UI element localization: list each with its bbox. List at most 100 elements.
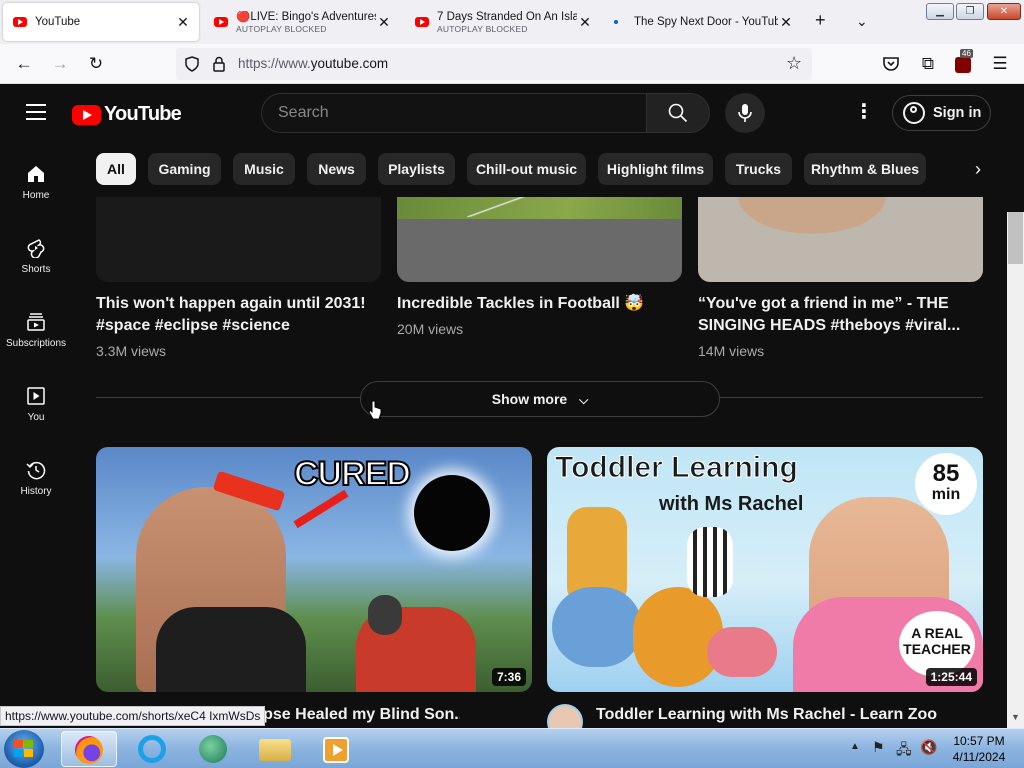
tab-bingo[interactable]: 🔴LIVE: Bingo's Adventures | Bl AUTOPLAY … bbox=[204, 3, 400, 41]
short-thumbnail[interactable] bbox=[698, 197, 983, 282]
sidebar-item-you[interactable]: You bbox=[0, 386, 72, 456]
short-title[interactable]: “You've got a friend in me” - THE SINGIN… bbox=[698, 293, 984, 337]
media-center-icon bbox=[199, 735, 227, 763]
video-title[interactable]: Toddler Learning with Ms Rachel - Learn … bbox=[596, 706, 996, 724]
close-window-button[interactable]: ✕ bbox=[987, 3, 1021, 20]
lock-icon[interactable] bbox=[212, 56, 226, 72]
sidebar-item-shorts[interactable]: Shorts bbox=[0, 238, 72, 308]
voice-search-button[interactable] bbox=[725, 93, 765, 133]
tab-title: 🔴LIVE: Bingo's Adventures | Bl bbox=[236, 10, 376, 23]
search-icon bbox=[668, 103, 688, 123]
volume-muted-icon[interactable]: 🔇 bbox=[920, 739, 937, 756]
scroll-down-icon[interactable]: ▼ bbox=[1008, 712, 1023, 726]
bookmark-star-icon[interactable]: ☆ bbox=[786, 53, 802, 74]
reload-icon[interactable]: ↻ bbox=[86, 54, 106, 74]
settings-more-icon[interactable]: ⋮ bbox=[852, 102, 876, 123]
shorts-icon bbox=[27, 239, 45, 258]
scrollbar-thumb[interactable] bbox=[1008, 212, 1023, 264]
search-input[interactable] bbox=[262, 94, 646, 132]
close-tab-icon[interactable]: ✕ bbox=[577, 14, 593, 31]
address-bar[interactable]: https://www.youtube.com ☆ bbox=[176, 48, 812, 80]
elephant-image bbox=[552, 587, 642, 667]
show-more-label: Show more bbox=[491, 391, 568, 407]
taskbar-media-app[interactable] bbox=[185, 731, 241, 767]
youtube-favicon-icon bbox=[415, 17, 429, 27]
search-box[interactable] bbox=[261, 93, 647, 133]
system-clock[interactable]: 10:57 PM 4/11/2024 bbox=[944, 733, 1014, 765]
chip-gaming[interactable]: Gaming bbox=[148, 153, 221, 185]
tab-title: YouTube bbox=[35, 15, 81, 28]
forward-icon[interactable]: → bbox=[50, 54, 70, 74]
sidebar-item-home[interactable]: Home bbox=[0, 164, 72, 234]
pocket-icon[interactable] bbox=[882, 55, 900, 73]
sidebar-item-history[interactable]: History bbox=[0, 460, 72, 530]
shield-icon[interactable] bbox=[184, 56, 200, 72]
chip-playlists[interactable]: Playlists bbox=[378, 153, 455, 185]
chip-rhythm-and-blues[interactable]: Rhythm & Blues bbox=[804, 153, 926, 185]
eclipse-image bbox=[414, 475, 490, 551]
short-thumbnail[interactable] bbox=[397, 197, 682, 282]
maximize-button[interactable]: ❐ bbox=[956, 3, 984, 20]
sidebar-item-label: You bbox=[27, 412, 45, 423]
new-tab-icon[interactable]: + bbox=[815, 10, 826, 31]
red-arrow bbox=[293, 489, 349, 529]
video-thumbnail[interactable]: Toddler Learning with Ms Rachel 85 min A… bbox=[547, 447, 983, 692]
chip-news[interactable]: News bbox=[307, 153, 366, 185]
channel-avatar[interactable] bbox=[547, 704, 583, 728]
sign-in-button[interactable]: Sign in bbox=[892, 95, 991, 131]
chevron-right-icon[interactable]: › bbox=[964, 156, 992, 182]
extensions-icon[interactable]: ⧉ bbox=[918, 54, 938, 74]
start-button[interactable] bbox=[4, 730, 44, 768]
sidebar-item-label: Shorts bbox=[21, 264, 51, 275]
taskbar-internet-explorer[interactable] bbox=[124, 731, 180, 767]
navigation-toolbar: ← → ↻ https://www.youtube.com ☆ ⧉ 46 ☰ bbox=[0, 44, 1024, 84]
page-scrollbar[interactable] bbox=[1007, 212, 1024, 728]
ublock-icon[interactable]: 46 bbox=[955, 49, 973, 73]
video-duration: 1:25:44 bbox=[925, 668, 977, 686]
chip-highlight-films[interactable]: Highlight films bbox=[598, 153, 713, 185]
microphone-icon bbox=[738, 104, 752, 122]
youtube-favicon-icon bbox=[13, 17, 27, 27]
youtube-page: YouTube ⋮ Sign in Home Shorts Subscripti… bbox=[0, 84, 1024, 728]
chip-trucks[interactable]: Trucks bbox=[725, 153, 792, 185]
action-center-flag-icon[interactable]: ⚑ bbox=[872, 739, 885, 756]
zebra-image bbox=[687, 527, 733, 597]
search-button[interactable] bbox=[646, 93, 710, 133]
history-icon bbox=[26, 461, 46, 480]
video-thumbnail[interactable]: CURED 7:36 bbox=[96, 447, 532, 692]
tab-stranded[interactable]: 7 Days Stranded On An Island - AUTOPLAY … bbox=[405, 3, 601, 41]
guide-menu-icon[interactable] bbox=[26, 104, 46, 120]
close-tab-icon[interactable]: ✕ bbox=[778, 14, 794, 31]
close-tab-icon[interactable]: ✕ bbox=[175, 14, 191, 31]
chip-all[interactable]: All bbox=[96, 153, 136, 185]
show-hidden-icons-icon[interactable]: ▲ bbox=[850, 741, 860, 752]
autoplay-blocked-label: AUTOPLAY BLOCKED bbox=[437, 23, 528, 34]
chevron-down-icon: ⌵ bbox=[579, 393, 589, 407]
chip-chill-out-music[interactable]: Chill-out music bbox=[467, 153, 586, 185]
url-text[interactable]: https://www.youtube.com bbox=[238, 56, 388, 71]
network-icon[interactable]: 🖧 bbox=[896, 739, 912, 763]
windows-logo-icon bbox=[14, 740, 33, 757]
taskbar-explorer[interactable] bbox=[247, 731, 303, 767]
video-duration: 7:36 bbox=[491, 668, 526, 686]
close-tab-icon[interactable]: ✕ bbox=[376, 14, 392, 31]
back-icon[interactable]: ← bbox=[14, 54, 34, 74]
app-menu-icon[interactable]: ☰ bbox=[990, 54, 1010, 74]
taskbar-media-player[interactable] bbox=[308, 731, 364, 767]
chip-music[interactable]: Music bbox=[233, 153, 295, 185]
youtube-logo[interactable]: YouTube bbox=[72, 103, 182, 126]
taskbar-firefox[interactable] bbox=[61, 731, 117, 767]
show-more-button[interactable]: Show more ⌵ bbox=[360, 381, 720, 417]
tab-youtube[interactable]: YouTube ✕ bbox=[3, 3, 199, 41]
clock-date: 4/11/2024 bbox=[952, 750, 1006, 764]
tab-spy-next-door[interactable]: The Spy Next Door - YouTube ✕ bbox=[606, 3, 802, 41]
sidebar-item-label: Home bbox=[22, 190, 50, 201]
short-title[interactable]: This won't happen again until 2031! #spa… bbox=[96, 293, 382, 337]
short-thumbnail[interactable] bbox=[96, 197, 381, 282]
list-all-tabs-icon[interactable]: ⌄ bbox=[856, 13, 868, 30]
loading-dot-icon bbox=[614, 20, 618, 24]
badge-unit: min bbox=[931, 486, 961, 503]
sidebar-item-subscriptions[interactable]: Subscriptions bbox=[0, 312, 72, 382]
short-title[interactable]: Incredible Tackles in Football 🤯 bbox=[397, 293, 683, 315]
minimize-button[interactable]: ▁ bbox=[926, 3, 954, 20]
